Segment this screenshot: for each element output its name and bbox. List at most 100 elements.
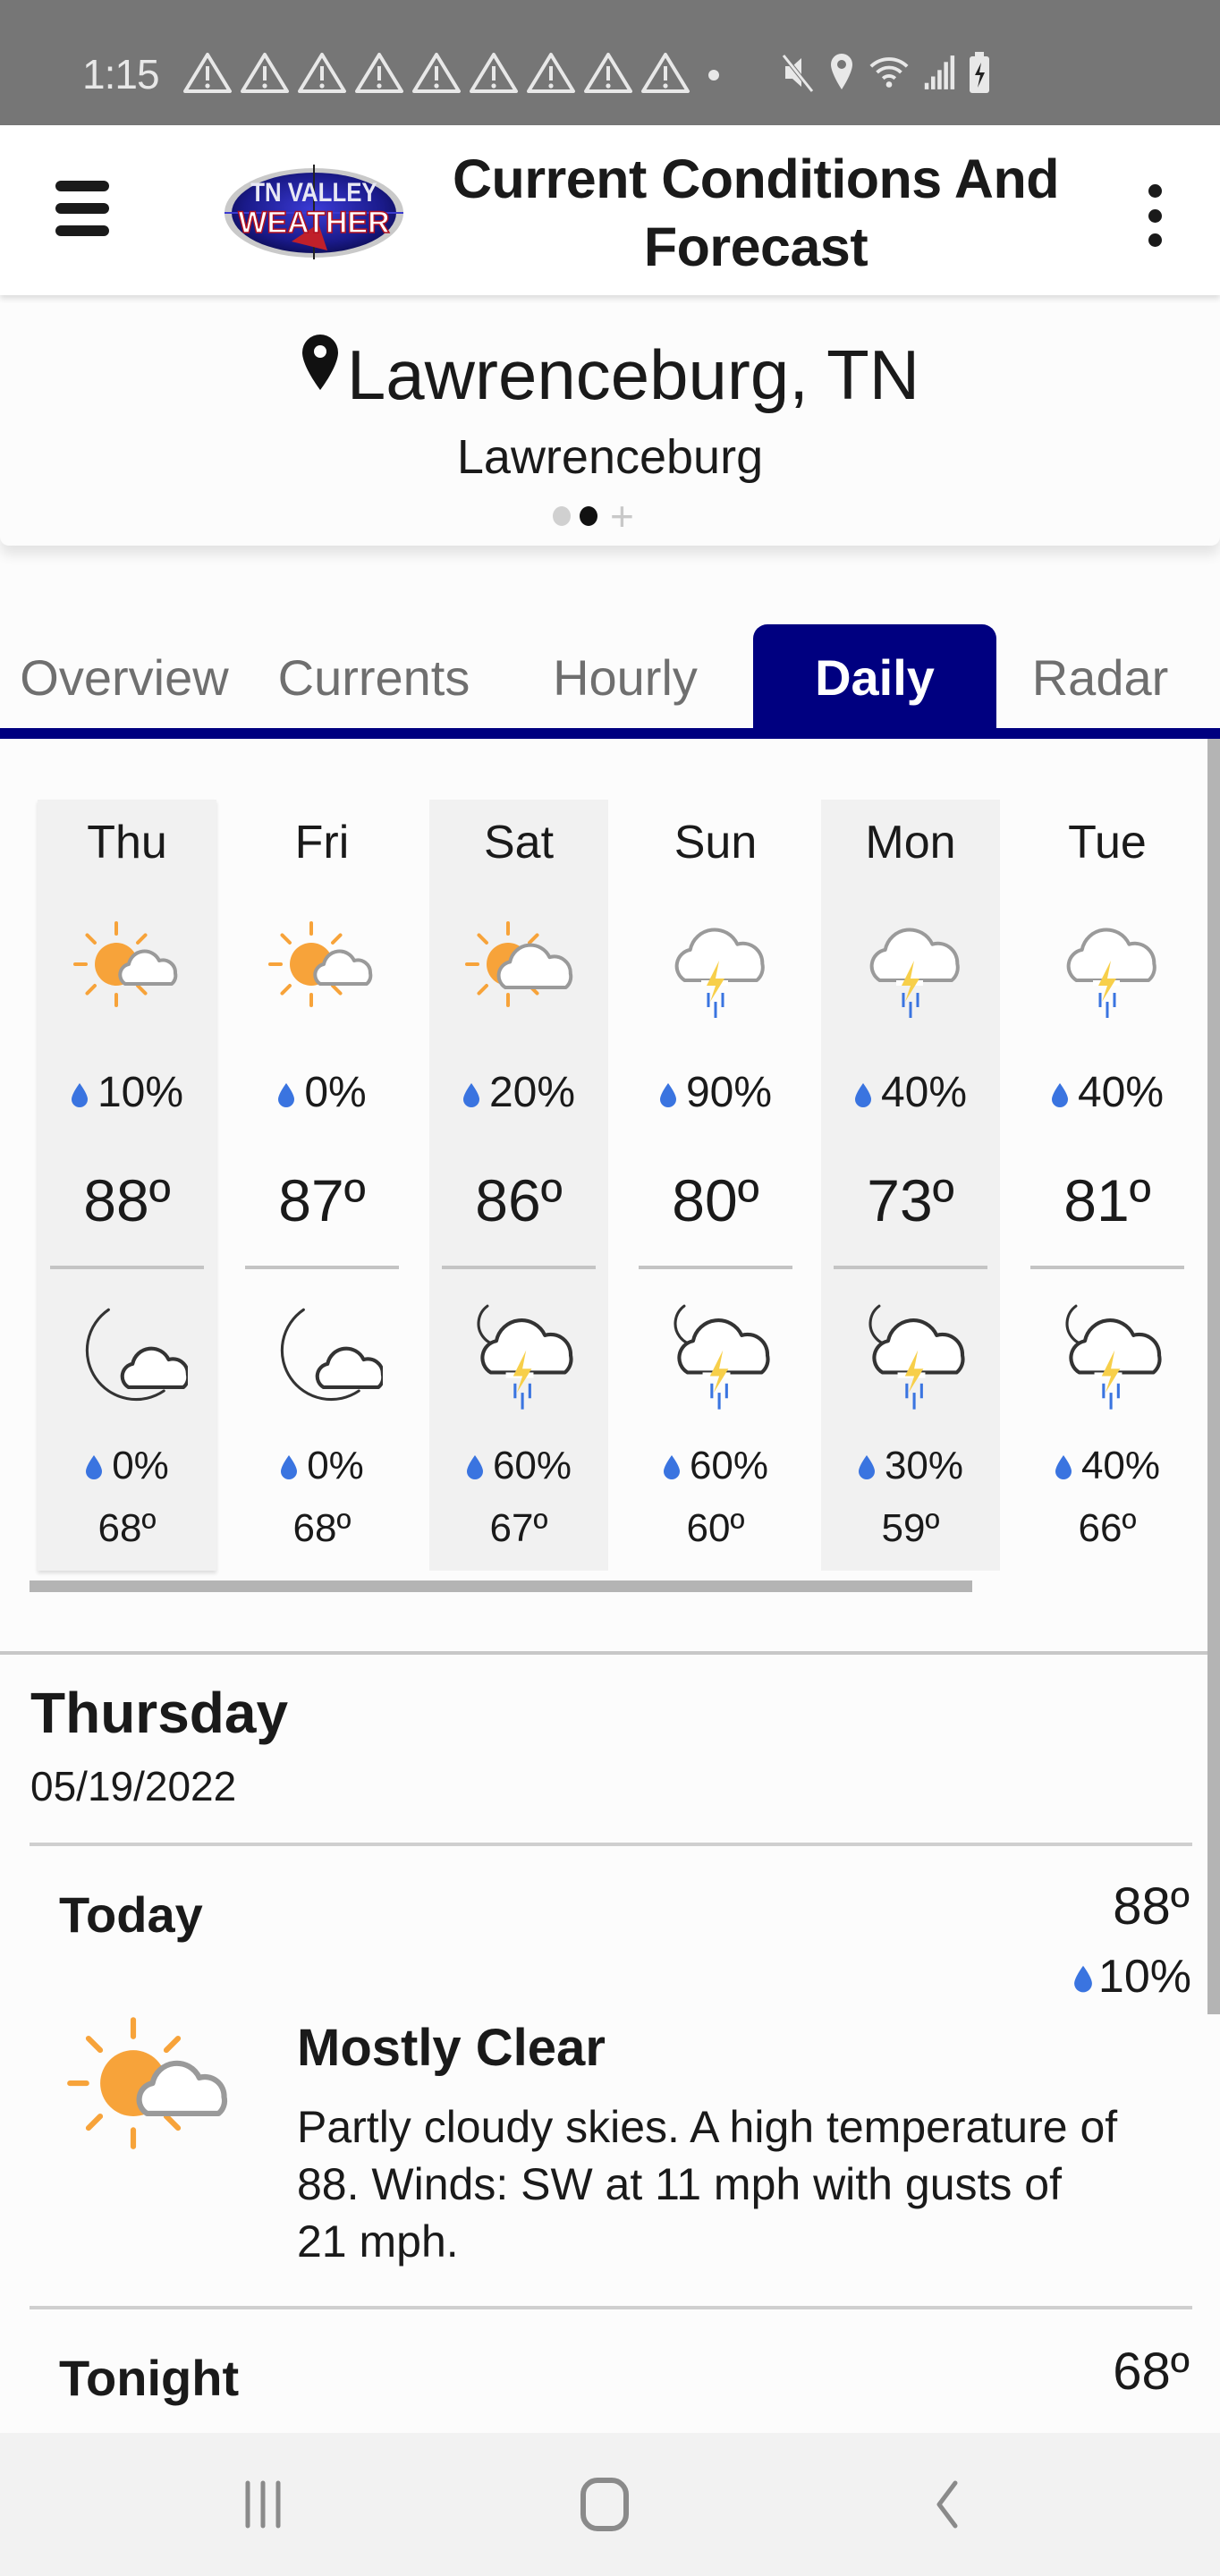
detail-date: 05/19/2022 (30, 1763, 237, 1809)
high-temp: 73º (867, 1167, 954, 1233)
logo-text-top: TN VALLEY (250, 177, 377, 207)
thunderstorm-icon (674, 928, 765, 1018)
low-temp: 67º (489, 1506, 548, 1550)
overflow-menu-button[interactable] (1141, 184, 1168, 247)
daily-forecast-column[interactable]: Thu 10% 88º 0% 68º (38, 800, 216, 1571)
period-label-today: Today (59, 1886, 203, 1943)
daily-forecast-strip[interactable]: Tue 40% 81º 40% 66º Mon 40% 73º 30% 59º … (0, 739, 1207, 1651)
day-precip: 20% (429, 1068, 608, 1117)
warning-icon (183, 53, 232, 93)
horizontal-scrollbar[interactable] (30, 1580, 972, 1592)
partly-cloudy-day-icon (67, 2017, 228, 2149)
raindrop-icon (281, 1455, 298, 1479)
day-precip: 40% (1018, 1068, 1197, 1117)
page-title: Current Conditions And Forecast (453, 148, 1060, 277)
tab-currents[interactable]: Currents (259, 624, 488, 730)
more-dot (1148, 184, 1162, 198)
wifi-icon (869, 57, 909, 88)
warning-icon (355, 53, 403, 93)
daily-forecast-column[interactable]: Mon 40% 73º 30% 59º (821, 800, 1000, 1571)
location-subtitle: Lawrenceburg (456, 430, 764, 484)
warning-icon (241, 53, 289, 93)
tn-valley-weather-logo: TN VALLEY WEATHER (225, 165, 403, 259)
menu-button[interactable] (55, 181, 113, 238)
warning-icon (470, 53, 518, 93)
column-divider (834, 1266, 987, 1269)
status-bar: 1:15 (0, 0, 1220, 125)
high-temp: 87º (278, 1167, 366, 1233)
mostly-cloudy-day-icon (465, 921, 573, 1007)
tab-overview[interactable]: Overview (0, 624, 249, 730)
warning-icon (412, 53, 461, 93)
daily-forecast-column[interactable]: Sat 20% 86º 60% 67º (429, 800, 608, 1571)
low-temp: 68º (292, 1506, 352, 1550)
warning-icon (527, 53, 575, 93)
condition-title: Mostly Clear (297, 2019, 606, 2077)
raindrop-icon (663, 1455, 680, 1479)
system-nav-bar (0, 2433, 1220, 2576)
daily-forecast-column[interactable]: Fri 0% 87º 0% 68º (233, 800, 411, 1571)
tab-radar[interactable]: Radar (1011, 624, 1190, 730)
day-precip: 0% (233, 1068, 411, 1117)
low-temp: 66º (1078, 1506, 1137, 1550)
location-title: Lawrenceburg, TN (346, 335, 920, 414)
status-warnings (182, 52, 690, 93)
day-precip-value: 10% (97, 1069, 184, 1116)
hamburger-line (55, 225, 109, 236)
location-icon (831, 54, 852, 89)
low-temp: 59º (881, 1506, 940, 1550)
day-precip: 90% (626, 1068, 805, 1117)
status-time: 1:15 (82, 51, 160, 97)
tab-hourly[interactable]: Hourly (512, 624, 739, 730)
thunderstorm-icon (869, 928, 960, 1018)
low-temp: 60º (686, 1506, 745, 1550)
daily-forecast-column[interactable]: Sun 90% 80º 60% 60º (626, 800, 805, 1571)
day-name: Fri (294, 817, 350, 869)
pager-dot[interactable] (553, 506, 571, 526)
add-location-button[interactable]: + (610, 496, 634, 537)
raindrop-icon (86, 1455, 103, 1479)
night-precip-value: 40% (1080, 1444, 1161, 1487)
location-pager: + (553, 496, 634, 537)
night-thunderstorm-icon (1065, 1304, 1162, 1410)
high-temp: 80º (672, 1167, 759, 1233)
period-label-tonight: Tonight (59, 2350, 240, 2406)
location-card[interactable]: Lawrenceburg, TN Lawrenceburg + (0, 295, 1220, 546)
low-temp: 68º (97, 1506, 157, 1550)
recent-apps-button[interactable] (227, 2472, 299, 2537)
raindrop-icon (1074, 1965, 1092, 1993)
period-precip-value: 10% (1097, 1951, 1191, 2003)
raindrop-icon (659, 1083, 676, 1107)
high-temp: 88º (83, 1167, 171, 1233)
tab-daily[interactable]: Daily (753, 624, 996, 730)
app-header: TN VALLEY WEATHER Current Conditions And… (0, 125, 1220, 295)
period-temp-today: 88º (1113, 1877, 1190, 1936)
night-precip-value: 0% (307, 1444, 364, 1487)
column-divider (1030, 1266, 1184, 1269)
pager-dot-active[interactable] (580, 506, 597, 526)
mute-icon (782, 54, 814, 93)
tab-bar: Overview Currents Hourly Daily Radar (0, 624, 1220, 730)
home-icon (580, 2478, 629, 2531)
day-name: Sat (483, 817, 555, 869)
home-button[interactable] (569, 2472, 640, 2537)
warning-icon (641, 53, 690, 93)
night-precip-value: 60% (689, 1444, 769, 1487)
day-precip-value: 40% (880, 1069, 968, 1116)
daily-forecast-column[interactable]: Tue 40% 81º 40% 66º (1018, 800, 1197, 1571)
column-divider (245, 1266, 399, 1269)
partly-cloudy-night-icon (85, 1308, 188, 1402)
day-precip: 40% (821, 1068, 1000, 1117)
raindrop-icon (278, 1083, 295, 1107)
back-button[interactable] (911, 2472, 982, 2537)
raindrop-icon (858, 1455, 875, 1479)
vertical-scrollbar[interactable] (1207, 739, 1220, 2014)
column-divider (639, 1266, 792, 1269)
app-screen: 1:15 TN VALLEY WEATHER Current Condition… (0, 0, 1220, 2576)
day-precip: 10% (38, 1068, 216, 1117)
raindrop-icon (1055, 1455, 1072, 1479)
divider (30, 1843, 1192, 1846)
column-divider (442, 1266, 596, 1269)
night-precip-value: 0% (112, 1444, 169, 1487)
partly-cloudy-day-icon (73, 921, 178, 1007)
